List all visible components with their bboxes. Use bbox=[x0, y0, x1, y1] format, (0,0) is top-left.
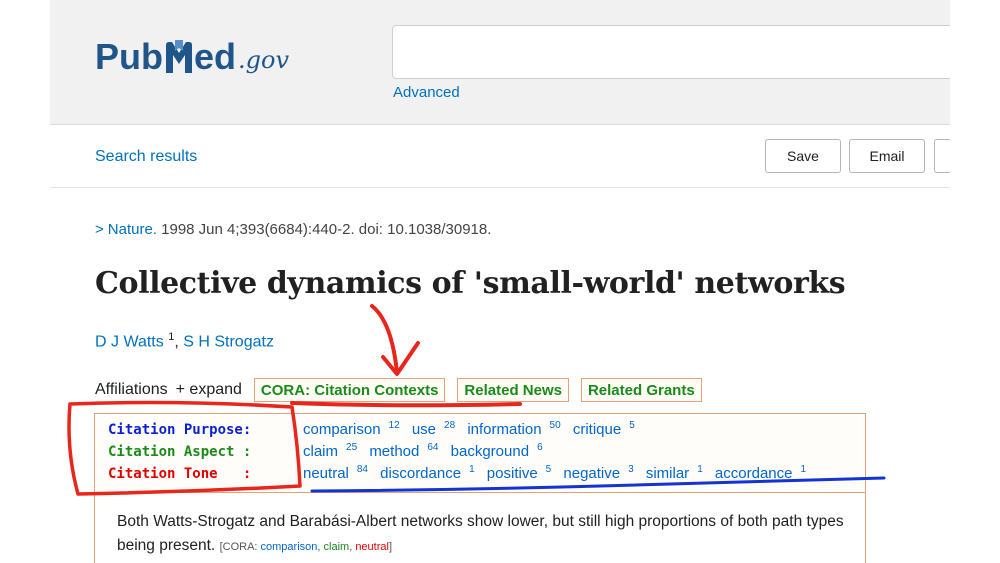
tone-item[interactable]: negative 3 bbox=[563, 464, 633, 482]
logo-gov-text: .gov bbox=[238, 46, 290, 74]
tone-item[interactable]: discordance 1 bbox=[380, 464, 474, 482]
citation-context-panel: Citation Purpose: comparison 12 use 28 inf… bbox=[94, 413, 866, 493]
chevron-right-icon[interactable]: > bbox=[95, 221, 104, 238]
tone-item[interactable]: positive 5 bbox=[487, 464, 551, 482]
affiliations-row: Affiliations + expand CORA: Citation Con… bbox=[95, 377, 702, 403]
citation-aspect-label: Citation Aspect : bbox=[108, 444, 252, 460]
tag-cora-citation-contexts[interactable]: CORA: Citation Contexts bbox=[253, 378, 446, 402]
citation-aspect-items: claim 25 method 64 background 6 bbox=[303, 442, 551, 460]
citation-tone-items: neutral 84 discordance 1 positive 5 negativ… bbox=[303, 464, 814, 482]
abstract-context-panel: Both Watts-Strogatz and Barabási-Albert … bbox=[94, 493, 866, 563]
expand-affiliations-toggle[interactable]: + expand bbox=[176, 381, 242, 399]
author-link[interactable]: S H Strogatz bbox=[183, 333, 274, 350]
email-button[interactable]: Email bbox=[849, 139, 925, 173]
logo-m-book-icon bbox=[164, 39, 194, 75]
tag-related-grants[interactable]: Related Grants bbox=[580, 378, 702, 402]
tone-item[interactable]: similar 1 bbox=[646, 464, 703, 482]
citation-purpose-row: Citation Purpose: comparison 12 use 28 inf… bbox=[108, 420, 643, 440]
article-title: Collective dynamics of 'small-world' net… bbox=[95, 266, 846, 301]
purpose-item[interactable]: critique 5 bbox=[573, 420, 635, 438]
citation-tone-row: Citation Tone : neutral 84 discordance 1 p… bbox=[108, 464, 814, 484]
advanced-search-link[interactable]: Advanced bbox=[393, 84, 460, 101]
cora-tone: neutral bbox=[355, 541, 389, 553]
pubmed-page: Pub ed .gov Advanced Search results Save… bbox=[50, 0, 950, 563]
journal-link[interactable]: Nature. bbox=[108, 221, 157, 238]
more-actions-button[interactable] bbox=[934, 139, 950, 173]
citation-aspect-row: Citation Aspect : claim 25 method 64 backg… bbox=[108, 442, 551, 462]
cora-purpose: comparison bbox=[260, 541, 318, 553]
author-separator: , bbox=[174, 333, 179, 351]
pubmed-logo[interactable]: Pub ed .gov bbox=[95, 33, 289, 77]
citation-details: 1998 Jun 4;393(6684):440-2. doi: 10.1038… bbox=[161, 221, 492, 238]
aspect-item[interactable]: claim 25 bbox=[303, 442, 357, 460]
purpose-item[interactable]: information 50 bbox=[467, 420, 560, 438]
results-toolbar: Search results Save Email bbox=[50, 125, 950, 188]
cora-annotation: [CORA: comparison, claim, neutral] bbox=[219, 541, 393, 553]
logo-pub-text: Pub bbox=[95, 36, 163, 77]
tone-item[interactable]: neutral 84 bbox=[303, 464, 368, 482]
author-link[interactable]: D J Watts bbox=[95, 333, 164, 350]
citation-purpose-items: comparison 12 use 28 information 50 critiqu… bbox=[303, 420, 643, 438]
abstract-snippet: Both Watts-Strogatz and Barabási-Albert … bbox=[117, 510, 857, 559]
citation-purpose-label: Citation Purpose: bbox=[108, 422, 252, 438]
tag-related-news[interactable]: Related News bbox=[457, 378, 569, 402]
aspect-item[interactable]: background 6 bbox=[451, 442, 543, 460]
purpose-item[interactable]: comparison 12 bbox=[303, 420, 400, 438]
search-input[interactable] bbox=[392, 25, 950, 79]
cora-aspect: claim bbox=[323, 541, 350, 553]
logo-med-text: ed bbox=[194, 36, 237, 77]
save-button[interactable]: Save bbox=[765, 139, 841, 173]
aspect-item[interactable]: method 64 bbox=[369, 442, 438, 460]
tone-item[interactable]: accordance 1 bbox=[715, 464, 806, 482]
author-list: D J Watts 1, S H Strogatz bbox=[95, 331, 274, 351]
affiliations-label: Affiliations bbox=[95, 381, 168, 398]
journal-citation: > Nature. 1998 Jun 4;393(6684):440-2. doi… bbox=[95, 221, 491, 238]
purpose-item[interactable]: use 28 bbox=[412, 420, 455, 438]
citation-tone-label: Citation Tone : bbox=[108, 466, 252, 482]
search-results-link[interactable]: Search results bbox=[95, 148, 197, 166]
site-header: Pub ed .gov Advanced bbox=[50, 0, 950, 125]
